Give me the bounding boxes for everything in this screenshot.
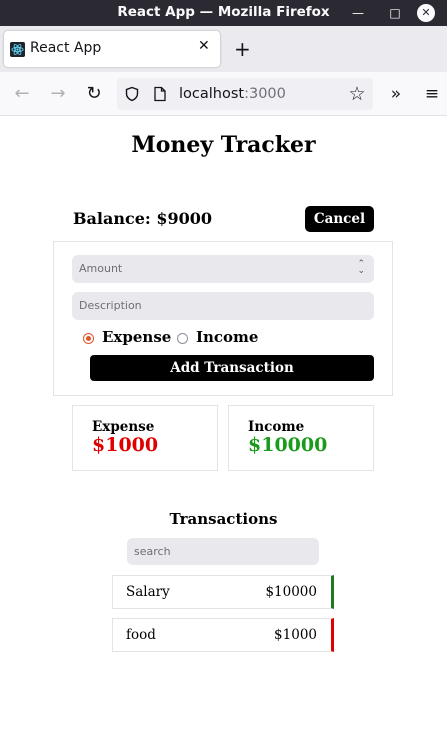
expense-summary-card: Expense $1000 xyxy=(72,405,218,471)
description-input[interactable]: Description xyxy=(72,292,374,320)
income-summary-label: Income xyxy=(248,419,305,435)
page-title: Money Tracker xyxy=(131,132,316,158)
income-radio-label[interactable]: Income xyxy=(196,328,258,346)
expense-radio[interactable] xyxy=(83,333,94,344)
window-title: React App — Mozilla Firefox xyxy=(117,4,330,20)
url-port: :3000 xyxy=(244,86,286,102)
search-placeholder: search xyxy=(134,545,171,558)
cancel-button[interactable]: Cancel xyxy=(305,206,374,232)
description-placeholder: Description xyxy=(79,299,142,312)
income-summary-value: $10000 xyxy=(248,434,328,456)
new-tab-icon[interactable]: + xyxy=(234,39,251,59)
search-input[interactable]: search xyxy=(127,538,319,565)
url-text: localhost:3000 xyxy=(179,86,286,102)
amount-input[interactable]: Amount ⌃ ⌄ xyxy=(72,255,374,283)
page-icon xyxy=(154,86,166,102)
shield-icon[interactable] xyxy=(124,86,140,102)
window-titlebar: React App — Mozilla Firefox — □ ✕ xyxy=(0,0,447,26)
url-bar[interactable]: localhost:3000 xyxy=(117,78,373,110)
menu-icon[interactable]: ≡ xyxy=(420,82,444,106)
transaction-row[interactable]: Salary $10000 xyxy=(112,575,334,609)
transaction-amount: $10000 xyxy=(265,584,317,600)
overflow-icon[interactable]: » xyxy=(384,82,408,106)
transactions-heading: Transactions xyxy=(169,510,278,528)
browser-tab[interactable]: React App ✕ xyxy=(4,31,220,67)
close-tab-icon[interactable]: ✕ xyxy=(198,38,210,54)
income-radio[interactable] xyxy=(177,333,188,344)
add-transaction-button[interactable]: Add Transaction xyxy=(90,355,374,381)
expense-summary-label: Expense xyxy=(92,419,155,435)
transaction-form: Amount ⌃ ⌄ Description Expense Income Add… xyxy=(53,241,393,396)
reload-icon[interactable]: ↻ xyxy=(82,82,106,106)
react-favicon-icon xyxy=(10,42,25,57)
transaction-row[interactable]: food $1000 xyxy=(112,618,334,652)
expense-radio-label[interactable]: Expense xyxy=(102,328,171,346)
tab-label: React App xyxy=(30,40,102,56)
close-window-icon[interactable]: ✕ xyxy=(417,4,435,22)
tab-strip: React App ✕ xyxy=(0,26,447,72)
expense-summary-value: $1000 xyxy=(92,434,159,456)
minimize-icon[interactable]: — xyxy=(349,4,367,22)
url-host: localhost xyxy=(179,86,245,102)
transaction-amount: $1000 xyxy=(274,627,317,643)
navigation-bar: ← → ↻ localhost:3000 ☆ » ≡ xyxy=(0,72,447,116)
forward-icon[interactable]: → xyxy=(46,82,70,106)
maximize-icon[interactable]: □ xyxy=(386,4,404,22)
balance-text: Balance: $9000 xyxy=(73,209,213,228)
number-stepper-icon[interactable]: ⌃ ⌄ xyxy=(357,260,365,276)
bookmark-star-icon[interactable]: ☆ xyxy=(345,82,369,106)
back-icon[interactable]: ← xyxy=(10,82,34,106)
income-summary-card: Income $10000 xyxy=(228,405,374,471)
transaction-name: Salary xyxy=(126,584,170,600)
amount-placeholder: Amount xyxy=(79,262,123,275)
transaction-name: food xyxy=(126,627,156,643)
